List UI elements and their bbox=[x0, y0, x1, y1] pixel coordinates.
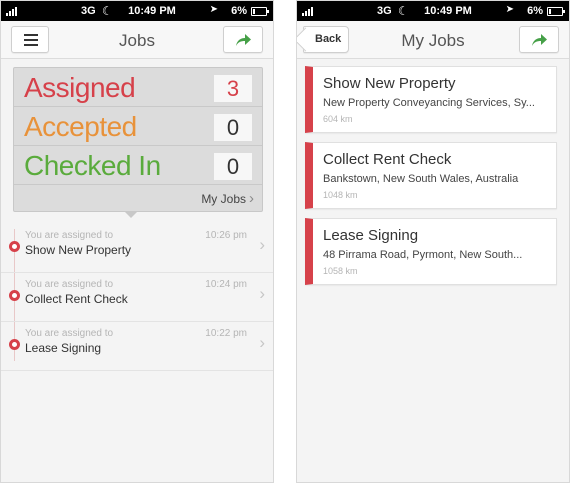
job-title: Collect Rent Check bbox=[323, 151, 452, 168]
job-summary-panel: Assigned 3 Accepted 0 Checked In 0 My Jo… bbox=[13, 67, 263, 212]
chevron-right-icon: › bbox=[249, 190, 254, 207]
my-jobs-label: My Jobs bbox=[201, 192, 246, 206]
chevron-right-icon: › bbox=[259, 235, 265, 254]
assigned-label: Assigned bbox=[24, 72, 136, 103]
timeline-dot-icon bbox=[9, 339, 20, 350]
my-jobs-screen: 3G ☾ 10:49 PM ➤ 6% Back My Jobs Show New… bbox=[296, 0, 570, 483]
activity-title: Collect Rent Check bbox=[25, 292, 128, 306]
jobs-screen: 3G ☾ 10:49 PM ➤ 6% Jobs Assigned 3 Accep… bbox=[0, 0, 274, 483]
job-address: Bankstown, New South Wales, Australia bbox=[323, 173, 519, 185]
timeline-dot-icon bbox=[9, 241, 20, 252]
job-address: 48 Pirrama Road, Pyrmont, New South... bbox=[323, 249, 523, 261]
checked-in-row[interactable]: Checked In 0 bbox=[14, 146, 262, 185]
timeline-dot-icon bbox=[9, 290, 20, 301]
panel-pointer bbox=[125, 212, 137, 218]
assigned-count: 3 bbox=[214, 75, 252, 102]
job-distance: 604 km bbox=[323, 114, 353, 124]
share-button[interactable] bbox=[519, 26, 559, 53]
share-arrow-icon bbox=[532, 34, 547, 46]
job-card[interactable]: Show New Property New Property Conveyanc… bbox=[305, 66, 557, 133]
job-distance: 1048 km bbox=[323, 190, 358, 200]
activity-subtitle: You are assigned to bbox=[25, 279, 114, 290]
battery-icon bbox=[251, 7, 269, 16]
battery-percent: 6% bbox=[231, 5, 247, 17]
job-title: Lease Signing bbox=[323, 227, 419, 244]
checked-in-label: Checked In bbox=[24, 150, 161, 181]
activity-item[interactable]: You are assigned to Collect Rent Check 1… bbox=[1, 274, 273, 322]
activity-item[interactable]: You are assigned to Lease Signing 10:22 … bbox=[1, 323, 273, 371]
navigation-bar: Back My Jobs bbox=[297, 21, 569, 59]
activity-title: Lease Signing bbox=[25, 341, 102, 355]
share-arrow-icon bbox=[236, 34, 251, 46]
chevron-right-icon: › bbox=[259, 333, 265, 352]
accepted-count: 0 bbox=[214, 114, 252, 141]
activity-item[interactable]: You are assigned to Show New Property 10… bbox=[1, 225, 273, 273]
navigation-bar: Jobs bbox=[1, 21, 273, 59]
assigned-row[interactable]: Assigned 3 bbox=[14, 68, 262, 107]
activity-subtitle: You are assigned to bbox=[25, 230, 114, 241]
job-card[interactable]: Lease Signing 48 Pirrama Road, Pyrmont, … bbox=[305, 218, 557, 285]
share-button[interactable] bbox=[223, 26, 263, 53]
battery-icon bbox=[547, 7, 565, 16]
battery-percent: 6% bbox=[527, 5, 543, 17]
location-icon: ➤ bbox=[209, 4, 218, 15]
chevron-right-icon: › bbox=[259, 284, 265, 303]
activity-time: 10:22 pm bbox=[205, 328, 247, 339]
accepted-row[interactable]: Accepted 0 bbox=[14, 107, 262, 146]
activity-title: Show New Property bbox=[25, 243, 132, 257]
job-title: Show New Property bbox=[323, 75, 456, 92]
status-bar: 3G ☾ 10:49 PM ➤ 6% bbox=[297, 1, 569, 21]
checked-in-count: 0 bbox=[214, 153, 252, 180]
accepted-label: Accepted bbox=[24, 111, 137, 142]
location-icon: ➤ bbox=[505, 4, 514, 15]
activity-subtitle: You are assigned to bbox=[25, 328, 114, 339]
job-distance: 1058 km bbox=[323, 266, 358, 276]
my-jobs-link[interactable]: My Jobs › bbox=[201, 190, 254, 207]
job-card[interactable]: Collect Rent Check Bankstown, New South … bbox=[305, 142, 557, 209]
activity-time: 10:26 pm bbox=[205, 230, 247, 241]
job-address: New Property Conveyancing Services, Sy..… bbox=[323, 97, 535, 109]
status-bar: 3G ☾ 10:49 PM ➤ 6% bbox=[1, 1, 273, 21]
activity-time: 10:24 pm bbox=[205, 279, 247, 290]
